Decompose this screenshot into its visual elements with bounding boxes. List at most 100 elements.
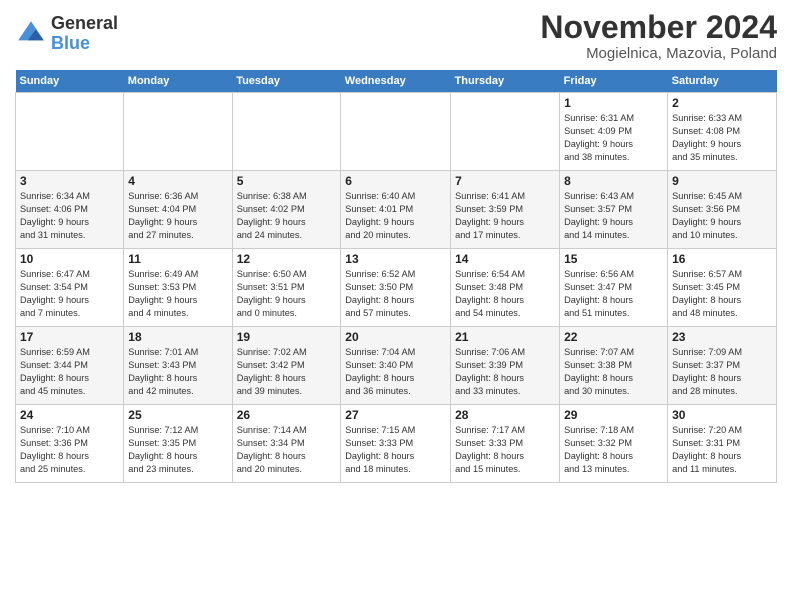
day-of-week-friday: Friday	[560, 70, 668, 93]
calendar-cell: 29 Sunrise: 7:18 AM Sunset: 3:32 PM Dayli…	[560, 405, 668, 483]
day-info: Sunrise: 7:01 AM Sunset: 3:43 PM Dayligh…	[128, 346, 227, 398]
day-info: Sunrise: 6:31 AM Sunset: 4:09 PM Dayligh…	[564, 112, 663, 164]
day-number: 20	[345, 330, 446, 344]
calendar-cell: 14 Sunrise: 6:54 AM Sunset: 3:48 PM Dayli…	[451, 249, 560, 327]
day-info: Sunrise: 7:06 AM Sunset: 3:39 PM Dayligh…	[455, 346, 555, 398]
day-number: 11	[128, 252, 227, 266]
calendar-cell	[16, 93, 124, 171]
calendar-cell: 11 Sunrise: 6:49 AM Sunset: 3:53 PM Dayli…	[124, 249, 232, 327]
logo-blue-text: Blue	[51, 34, 118, 54]
day-of-week-thursday: Thursday	[451, 70, 560, 93]
day-number: 19	[237, 330, 337, 344]
calendar-cell	[451, 93, 560, 171]
day-info: Sunrise: 6:41 AM Sunset: 3:59 PM Dayligh…	[455, 190, 555, 242]
day-number: 3	[20, 174, 119, 188]
calendar-cell: 13 Sunrise: 6:52 AM Sunset: 3:50 PM Dayli…	[341, 249, 451, 327]
day-number: 27	[345, 408, 446, 422]
day-number: 14	[455, 252, 555, 266]
day-of-week-monday: Monday	[124, 70, 232, 93]
day-info: Sunrise: 6:33 AM Sunset: 4:08 PM Dayligh…	[672, 112, 772, 164]
day-number: 6	[345, 174, 446, 188]
day-info: Sunrise: 6:36 AM Sunset: 4:04 PM Dayligh…	[128, 190, 227, 242]
header: General Blue November 2024 Mogielnica, M…	[15, 10, 777, 62]
day-of-week-wednesday: Wednesday	[341, 70, 451, 93]
day-number: 30	[672, 408, 772, 422]
day-info: Sunrise: 6:57 AM Sunset: 3:45 PM Dayligh…	[672, 268, 772, 320]
calendar-cell: 7 Sunrise: 6:41 AM Sunset: 3:59 PM Daylig…	[451, 171, 560, 249]
day-number: 29	[564, 408, 663, 422]
calendar-week-row: 3 Sunrise: 6:34 AM Sunset: 4:06 PM Daylig…	[16, 171, 777, 249]
day-info: Sunrise: 6:40 AM Sunset: 4:01 PM Dayligh…	[345, 190, 446, 242]
calendar-cell: 4Sunrise: 6:36 AM Sunset: 4:04 PM Daylig…	[124, 171, 232, 249]
calendar-cell: 19 Sunrise: 7:02 AM Sunset: 3:42 PM Dayli…	[232, 327, 341, 405]
day-number: 12	[237, 252, 337, 266]
day-info: Sunrise: 6:56 AM Sunset: 3:47 PM Dayligh…	[564, 268, 663, 320]
calendar-cell: 27 Sunrise: 7:15 AM Sunset: 3:33 PM Dayli…	[341, 405, 451, 483]
calendar-cell	[341, 93, 451, 171]
month-title: November 2024	[540, 10, 777, 45]
day-info: Sunrise: 6:38 AM Sunset: 4:02 PM Dayligh…	[237, 190, 337, 242]
logo: General Blue	[15, 14, 118, 54]
calendar-cell: 26Sunrise: 7:14 AM Sunset: 3:34 PM Dayli…	[232, 405, 341, 483]
calendar-cell: 6 Sunrise: 6:40 AM Sunset: 4:01 PM Daylig…	[341, 171, 451, 249]
day-info: Sunrise: 7:12 AM Sunset: 3:35 PM Dayligh…	[128, 424, 227, 476]
day-info: Sunrise: 6:49 AM Sunset: 3:53 PM Dayligh…	[128, 268, 227, 320]
day-info: Sunrise: 7:17 AM Sunset: 3:33 PM Dayligh…	[455, 424, 555, 476]
calendar-cell: 28Sunrise: 7:17 AM Sunset: 3:33 PM Dayli…	[451, 405, 560, 483]
day-number: 9	[672, 174, 772, 188]
day-info: Sunrise: 7:07 AM Sunset: 3:38 PM Dayligh…	[564, 346, 663, 398]
day-info: Sunrise: 6:59 AM Sunset: 3:44 PM Dayligh…	[20, 346, 119, 398]
day-of-week-tuesday: Tuesday	[232, 70, 341, 93]
day-number: 2	[672, 96, 772, 110]
page-container: General Blue November 2024 Mogielnica, M…	[0, 0, 792, 493]
calendar-cell: 21Sunrise: 7:06 AM Sunset: 3:39 PM Dayli…	[451, 327, 560, 405]
day-info: Sunrise: 7:14 AM Sunset: 3:34 PM Dayligh…	[237, 424, 337, 476]
calendar-cell	[124, 93, 232, 171]
calendar-week-row: 10 Sunrise: 6:47 AM Sunset: 3:54 PM Dayli…	[16, 249, 777, 327]
day-info: Sunrise: 6:43 AM Sunset: 3:57 PM Dayligh…	[564, 190, 663, 242]
calendar-week-row: 17Sunrise: 6:59 AM Sunset: 3:44 PM Dayli…	[16, 327, 777, 405]
calendar-cell: 8 Sunrise: 6:43 AM Sunset: 3:57 PM Daylig…	[560, 171, 668, 249]
calendar-cell: 24 Sunrise: 7:10 AM Sunset: 3:36 PM Dayli…	[16, 405, 124, 483]
day-info: Sunrise: 7:20 AM Sunset: 3:31 PM Dayligh…	[672, 424, 772, 476]
day-info: Sunrise: 7:15 AM Sunset: 3:33 PM Dayligh…	[345, 424, 446, 476]
day-number: 23	[672, 330, 772, 344]
day-info: Sunrise: 6:52 AM Sunset: 3:50 PM Dayligh…	[345, 268, 446, 320]
day-info: Sunrise: 7:04 AM Sunset: 3:40 PM Dayligh…	[345, 346, 446, 398]
calendar-week-row: 1 Sunrise: 6:31 AM Sunset: 4:09 PM Daylig…	[16, 93, 777, 171]
day-of-week-sunday: Sunday	[16, 70, 124, 93]
day-number: 13	[345, 252, 446, 266]
day-number: 24	[20, 408, 119, 422]
calendar-cell: 1 Sunrise: 6:31 AM Sunset: 4:09 PM Daylig…	[560, 93, 668, 171]
logo-icon	[15, 18, 47, 50]
day-info: Sunrise: 6:50 AM Sunset: 3:51 PM Dayligh…	[237, 268, 337, 320]
day-info: Sunrise: 6:47 AM Sunset: 3:54 PM Dayligh…	[20, 268, 119, 320]
calendar-cell: 30 Sunrise: 7:20 AM Sunset: 3:31 PM Dayli…	[668, 405, 777, 483]
calendar-cell: 25Sunrise: 7:12 AM Sunset: 3:35 PM Dayli…	[124, 405, 232, 483]
day-number: 10	[20, 252, 119, 266]
day-number: 7	[455, 174, 555, 188]
day-number: 8	[564, 174, 663, 188]
calendar-cell: 23Sunrise: 7:09 AM Sunset: 3:37 PM Dayli…	[668, 327, 777, 405]
calendar-cell: 15 Sunrise: 6:56 AM Sunset: 3:47 PM Dayli…	[560, 249, 668, 327]
logo-text: General Blue	[51, 14, 118, 54]
day-number: 15	[564, 252, 663, 266]
day-number: 22	[564, 330, 663, 344]
day-of-week-saturday: Saturday	[668, 70, 777, 93]
day-info: Sunrise: 7:02 AM Sunset: 3:42 PM Dayligh…	[237, 346, 337, 398]
day-info: Sunrise: 6:54 AM Sunset: 3:48 PM Dayligh…	[455, 268, 555, 320]
day-number: 5	[237, 174, 337, 188]
logo-general-text: General	[51, 14, 118, 34]
day-number: 1	[564, 96, 663, 110]
day-info: Sunrise: 7:10 AM Sunset: 3:36 PM Dayligh…	[20, 424, 119, 476]
day-info: Sunrise: 7:18 AM Sunset: 3:32 PM Dayligh…	[564, 424, 663, 476]
calendar-cell: 20 Sunrise: 7:04 AM Sunset: 3:40 PM Dayli…	[341, 327, 451, 405]
day-info: Sunrise: 6:34 AM Sunset: 4:06 PM Dayligh…	[20, 190, 119, 242]
location-text: Mogielnica, Mazovia, Poland	[540, 45, 777, 62]
calendar-cell: 9 Sunrise: 6:45 AM Sunset: 3:56 PM Daylig…	[668, 171, 777, 249]
calendar-cell	[232, 93, 341, 171]
day-info: Sunrise: 6:45 AM Sunset: 3:56 PM Dayligh…	[672, 190, 772, 242]
calendar-header-row: SundayMondayTuesdayWednesdayThursdayFrid…	[16, 70, 777, 93]
calendar-cell: 18Sunrise: 7:01 AM Sunset: 3:43 PM Dayli…	[124, 327, 232, 405]
calendar-cell: 5 Sunrise: 6:38 AM Sunset: 4:02 PM Daylig…	[232, 171, 341, 249]
